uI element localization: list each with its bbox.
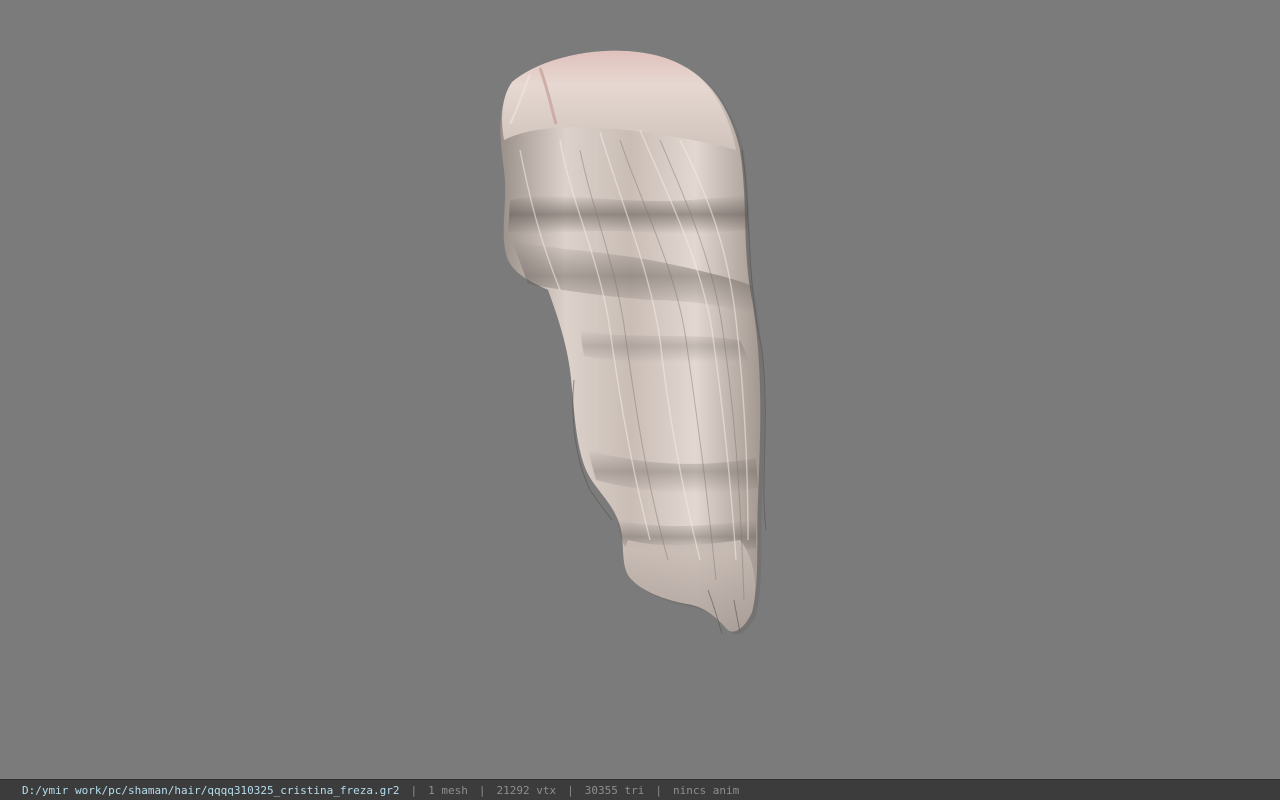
animation-status: nincs anim bbox=[672, 783, 740, 797]
file-path: D:/ymir work/pc/shaman/hair/qqqq310325_c… bbox=[22, 783, 400, 797]
mesh-count: 1 mesh bbox=[428, 783, 468, 797]
3d-viewport[interactable] bbox=[0, 0, 1280, 779]
triangle-count: 30355 tri bbox=[584, 783, 645, 797]
status-bar: D:/ymir work/pc/shaman/hair/qqqq310325_c… bbox=[0, 779, 1280, 800]
separator: | bbox=[567, 783, 574, 797]
separator: | bbox=[655, 783, 662, 797]
hair-model[interactable] bbox=[0, 0, 1280, 779]
vertex-count: 21292 vtx bbox=[496, 783, 557, 797]
separator: | bbox=[478, 783, 486, 797]
separator: | bbox=[410, 783, 418, 797]
